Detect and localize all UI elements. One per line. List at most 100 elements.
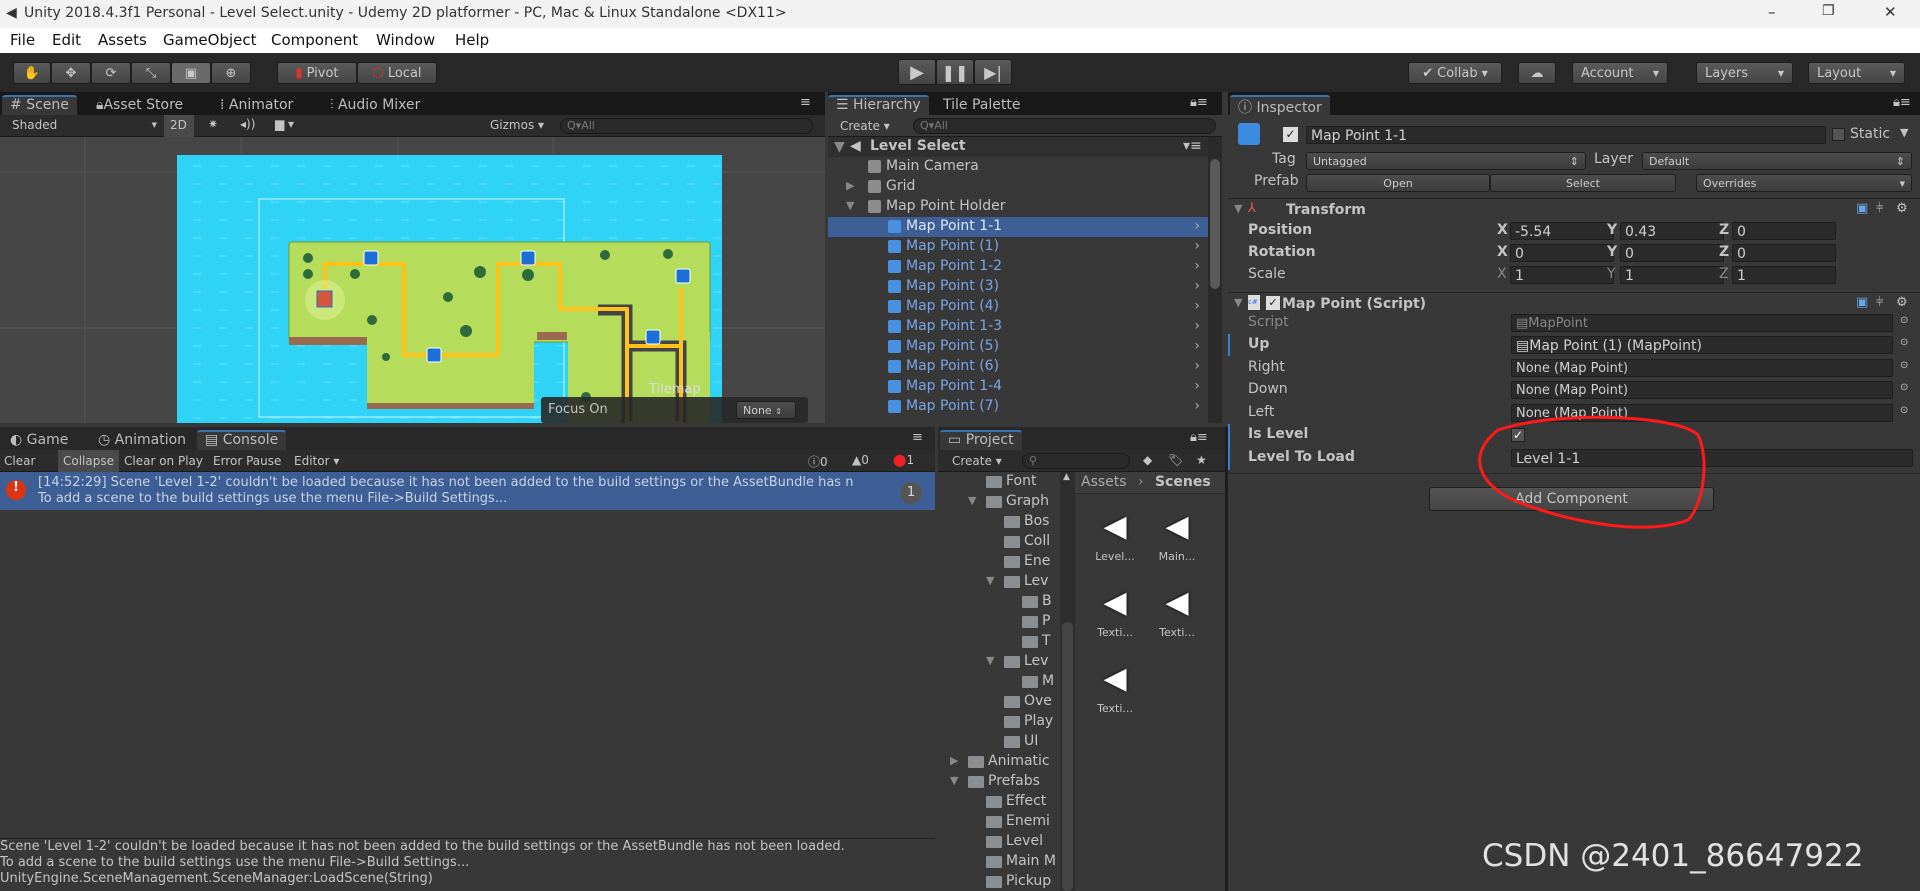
expanded-arrow-icon[interactable]: ▼	[968, 494, 976, 507]
chevron-right-icon[interactable]: ›	[1194, 318, 1200, 334]
tab-inspector[interactable]: ⓘ Inspector	[1230, 95, 1330, 116]
console-entry[interactable]: ! [14:52:29] Scene 'Level 1-2' couldn't …	[0, 472, 935, 510]
chevron-right-icon[interactable]: ›	[1194, 378, 1200, 394]
transform-rotation-x-input[interactable]: 0	[1510, 244, 1614, 262]
hierarchy-item[interactable]: Map Point (4) ›	[828, 297, 1208, 317]
pivot-toggle[interactable]: ▮ Pivot	[277, 62, 357, 84]
project-tree-scrollbar[interactable]: ▲	[1060, 472, 1075, 891]
gear-icon[interactable]: ⚙	[1896, 201, 1908, 216]
collapsed-arrow-icon[interactable]: ▶	[950, 754, 958, 767]
hierarchy-item[interactable]: Map Point (3) ›	[828, 277, 1208, 297]
help-icon[interactable]: ▣	[1856, 201, 1868, 216]
maximize-button[interactable]: ❐	[1822, 3, 1835, 19]
collab-dropdown[interactable]: ✔ Collab ▼	[1408, 62, 1502, 84]
chevron-right-icon[interactable]: ›	[1194, 338, 1200, 354]
active-checkbox[interactable]: ✓	[1283, 127, 1298, 142]
hierarchy-item[interactable]: Map Point 1-3 ›	[828, 317, 1208, 337]
preset-icon[interactable]: ⫩	[1876, 201, 1883, 216]
hierarchy-item[interactable]: Main Camera	[828, 157, 1208, 177]
project-folder-item[interactable]: Ene	[938, 552, 1060, 572]
tab-asset-store[interactable]: 🔒︎Asset Store	[88, 95, 191, 115]
project-folder-item[interactable]: Play	[938, 712, 1060, 732]
project-folder-item[interactable]: Level	[938, 832, 1060, 852]
hierarchy-item[interactable]: ▼ Map Point Holder	[828, 197, 1208, 217]
project-folder-item[interactable]: P	[938, 612, 1060, 632]
hierarchy-item[interactable]: Map Point 1-2 ›	[828, 257, 1208, 277]
breadcrumb-scenes[interactable]: Scenes	[1155, 474, 1211, 490]
close-button[interactable]: ✕	[1884, 3, 1897, 21]
chevron-right-icon[interactable]: ›	[1194, 258, 1200, 274]
info-filter-toggle[interactable]: ⓘ0	[808, 453, 828, 470]
chevron-right-icon[interactable]: ›	[1194, 398, 1200, 414]
lock-icon[interactable]: 🔒︎≡	[1190, 95, 1208, 110]
project-folder-item[interactable]: ▼ Prefabs	[938, 772, 1060, 792]
tab-hierarchy[interactable]: ☰ Hierarchy	[828, 95, 929, 115]
layer-dropdown[interactable]: Default ⇕	[1642, 152, 1912, 170]
scene-asset[interactable]: ◀ Texti...	[1087, 662, 1143, 716]
tab-game[interactable]: ◐ Game	[2, 430, 76, 450]
error-pause-toggle[interactable]: Error Pause	[213, 454, 281, 468]
scrollbar-thumb[interactable]	[1210, 159, 1220, 289]
layers-dropdown[interactable]: Layers ▼	[1696, 62, 1793, 84]
breadcrumb-assets[interactable]: Assets	[1081, 474, 1127, 490]
object-picker-icon[interactable]: ⊙	[1900, 405, 1908, 416]
project-folder-item[interactable]: Enemi	[938, 812, 1060, 832]
tab-audio-mixer[interactable]: ⫶ Audio Mixer	[322, 95, 428, 115]
tag-dropdown[interactable]: Untagged ⇕	[1306, 152, 1586, 170]
scene-menu-icon[interactable]: ▾≡	[1183, 138, 1202, 154]
static-dropdown-icon[interactable]: ▼	[1900, 126, 1908, 139]
lock-icon[interactable]: 🔒︎≡	[1190, 430, 1208, 445]
tab-animation[interactable]: ◷ Animation	[90, 430, 194, 450]
filter-by-type-icon[interactable]: ◆	[1143, 453, 1152, 467]
project-folder-item[interactable]: Coll	[938, 532, 1060, 552]
scene-asset[interactable]: ◀ Level...	[1087, 510, 1143, 564]
hierarchy-item[interactable]: Map Point (1) ›	[828, 237, 1208, 257]
project-folder-item[interactable]: Bos	[938, 512, 1060, 532]
expanded-arrow-icon[interactable]: ▼	[834, 139, 845, 155]
project-folder-item[interactable]: ▼ Lev	[938, 572, 1060, 592]
editor-dropdown[interactable]: Editor ▾	[294, 454, 339, 468]
layout-dropdown[interactable]: Layout ▼	[1808, 62, 1905, 84]
menu-edit[interactable]: Edit	[52, 31, 81, 49]
tab-scene[interactable]: # Scene	[2, 95, 77, 115]
hierarchy-scrollbar[interactable]	[1208, 137, 1222, 423]
transform-rotation-z-input[interactable]: 0	[1732, 244, 1836, 262]
project-folder-item[interactable]: ▼ Lev	[938, 652, 1060, 672]
collapsed-arrow-icon[interactable]: ▶	[846, 179, 854, 192]
menu-help[interactable]: Help	[455, 31, 489, 49]
menu-gameobject[interactable]: GameObject	[163, 31, 257, 49]
account-dropdown[interactable]: Account ▼	[1572, 62, 1668, 84]
scene-asset[interactable]: ◀ Main...	[1149, 510, 1205, 564]
create-dropdown[interactable]: Create ▾	[840, 119, 890, 133]
hierarchy-item[interactable]: Map Point (5) ›	[828, 337, 1208, 357]
project-folder-item[interactable]: M	[938, 672, 1060, 692]
tab-console[interactable]: ▤ Console	[197, 430, 287, 450]
right-field[interactable]: None (Map Point)	[1511, 359, 1893, 377]
hierarchy-item[interactable]: Map Point 1-1 ›	[828, 217, 1208, 237]
transform-position-x-input[interactable]: -5.54	[1510, 222, 1614, 240]
scroll-up-icon[interactable]: ▲	[1063, 472, 1070, 482]
expanded-arrow-icon[interactable]: ▼	[986, 654, 994, 667]
foldout-arrow-icon[interactable]: ▼	[1234, 296, 1242, 309]
object-name-input[interactable]: Map Point 1-1	[1306, 126, 1826, 144]
step-button[interactable]: ▶|	[974, 59, 1012, 85]
object-picker-icon[interactable]: ⊙	[1900, 382, 1908, 393]
project-folder-item[interactable]: Font	[938, 472, 1060, 492]
2d-toggle[interactable]: 2D	[164, 115, 194, 137]
gizmos-dropdown[interactable]: Gizmos ▾	[490, 118, 544, 132]
transform-rotation-y-input[interactable]: 0	[1620, 244, 1724, 262]
lighting-toggle-icon[interactable]: ✷	[208, 117, 218, 131]
preset-icon[interactable]: ⫩	[1876, 295, 1883, 310]
prefab-select-button[interactable]: Select	[1490, 174, 1676, 192]
project-folder-item[interactable]: Ove	[938, 692, 1060, 712]
focus-on-dropdown[interactable]: None ⇕	[736, 401, 796, 419]
hierarchy-item[interactable]: Map Point (6) ›	[828, 357, 1208, 377]
transform-tool-button[interactable]: ⊕	[211, 62, 251, 84]
collapse-toggle[interactable]: Collapse	[58, 450, 119, 472]
panel-menu-icon[interactable]: ≡	[912, 430, 923, 445]
menu-component[interactable]: Component	[271, 31, 358, 49]
hierarchy-search-input[interactable]: Q▾All	[913, 118, 1216, 134]
chevron-right-icon[interactable]: ›	[1194, 278, 1200, 294]
transform-scale-x-input[interactable]: 1	[1510, 266, 1614, 284]
filter-by-label-icon[interactable]: 🏷︎	[1168, 453, 1183, 467]
